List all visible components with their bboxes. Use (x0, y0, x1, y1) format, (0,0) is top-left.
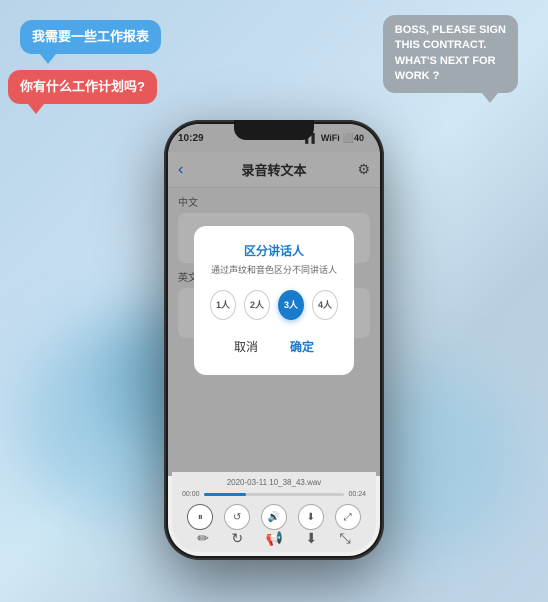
option-2-person[interactable]: 2人 (244, 290, 270, 320)
expand-button[interactable]: ⤢ (335, 504, 361, 530)
time-total: 00:24 (348, 491, 366, 498)
volume-button[interactable]: 🔊 (261, 504, 287, 530)
progress-fill (204, 493, 246, 496)
progress-bar[interactable] (204, 493, 345, 496)
controls-row: ⏸ ↺ 🔊 ⬇ ⤢ (182, 504, 366, 530)
icon-toolbar: ✏ ↻ 📢 ⬇ ⤡ (182, 530, 366, 547)
rewind-icon: ↺ (233, 512, 241, 523)
bottom-bar: 2020-03-11 10_38_43.wav 00:00 00:24 ⏸ ↺ … (172, 472, 376, 552)
option-1-person[interactable]: 1人 (210, 290, 236, 320)
confirm-button[interactable]: 确定 (282, 334, 322, 359)
rewind-button[interactable]: ↺ (224, 504, 250, 530)
progress-row: 00:00 00:24 (182, 491, 366, 498)
speaker-options: 1人 2人 3人 4人 (210, 290, 338, 320)
dialog-title: 区分讲话人 (210, 242, 338, 259)
bubble-gray-line1: BOSS, PLEASE SIGN (395, 24, 506, 36)
phone-screen: 10:29 ▌▌ WiFi ⬜40 ‹ 录音转文本 ⚙ 中文 英文 区分讲话人 … (168, 124, 380, 556)
dialog-actions: 取消 确定 (210, 334, 338, 359)
speaker-icon[interactable]: 📢 (266, 530, 283, 547)
speaker-dialog: 区分讲话人 通过声纹和音色区分不同讲话人 1人 2人 3人 4人 取消 确定 (194, 226, 354, 375)
phone-device: 10:29 ▌▌ WiFi ⬜40 ‹ 录音转文本 ⚙ 中文 英文 区分讲话人 … (164, 120, 384, 560)
phone-notch (234, 120, 314, 140)
dialog-overlay: 区分讲话人 通过声纹和音色区分不同讲话人 1人 2人 3人 4人 取消 确定 (168, 124, 380, 476)
refresh-icon[interactable]: ↻ (231, 530, 243, 547)
speech-bubble-gray: BOSS, PLEASE SIGN THIS CONTRACT. WHAT'S … (383, 15, 518, 93)
bubble-gray-line4: WORK ? (395, 70, 440, 82)
play-pause-button[interactable]: ⏸ (187, 504, 213, 530)
save-icon: ⬇ (307, 512, 315, 523)
bubble-blue-text: 我需要一些工作报表 (32, 29, 149, 44)
volume-icon: 🔊 (268, 512, 280, 523)
bubble-gray-line3: WHAT'S NEXT FOR (395, 55, 496, 67)
cancel-button[interactable]: 取消 (226, 334, 266, 359)
download-icon[interactable]: ⬇ (305, 530, 317, 547)
option-4-person[interactable]: 4人 (312, 290, 338, 320)
speech-bubble-blue: 我需要一些工作报表 (20, 20, 161, 54)
dialog-subtitle: 通过声纹和音色区分不同讲话人 (210, 263, 338, 276)
bubble-red-text: 你有什么工作计划吗? (20, 79, 145, 94)
speech-bubble-red: 你有什么工作计划吗? (8, 70, 157, 104)
time-elapsed: 00:00 (182, 491, 200, 498)
fullscreen-icon[interactable]: ⤡ (340, 530, 351, 547)
edit-icon[interactable]: ✏ (197, 530, 209, 547)
file-name: 2020-03-11 10_38_43.wav (182, 478, 366, 487)
option-3-person[interactable]: 3人 (278, 290, 304, 320)
play-pause-icon: ⏸ (198, 512, 203, 523)
bubble-gray-line2: THIS CONTRACT. (395, 39, 487, 51)
save-button[interactable]: ⬇ (298, 504, 324, 530)
expand-icon: ⤢ (344, 512, 352, 523)
